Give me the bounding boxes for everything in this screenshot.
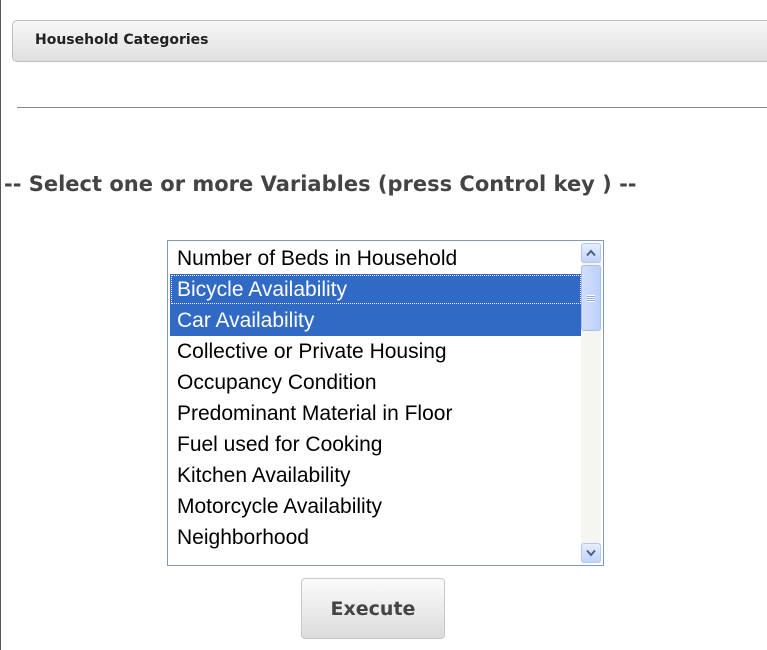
list-item[interactable]: Number of Beds in Household bbox=[170, 243, 582, 274]
list-item[interactable]: Predominant Material in Floor bbox=[170, 398, 582, 429]
instruction-text: -- Select one or more Variables (press C… bbox=[4, 172, 637, 196]
execute-button[interactable]: Execute bbox=[301, 578, 445, 639]
scroll-up-button[interactable] bbox=[581, 243, 601, 263]
scroll-down-button[interactable] bbox=[581, 543, 601, 563]
scroll-down-icon bbox=[586, 549, 596, 557]
list-item[interactable]: Neighborhood bbox=[170, 522, 582, 553]
divider bbox=[17, 107, 767, 108]
list-item[interactable]: Bicycle Availability bbox=[170, 274, 582, 305]
list-item[interactable]: Collective or Private Housing bbox=[170, 336, 582, 367]
panel-title: Household Categories bbox=[35, 32, 209, 48]
listbox-scrollbar[interactable] bbox=[581, 243, 601, 563]
list-item[interactable]: Kitchen Availability bbox=[170, 460, 582, 491]
list-item[interactable]: Fuel used for Cooking bbox=[170, 429, 582, 460]
list-item[interactable]: Occupancy Condition bbox=[170, 367, 582, 398]
variables-listbox[interactable]: Number of Beds in Household Bicycle Avai… bbox=[167, 240, 604, 566]
variables-options: Number of Beds in Household Bicycle Avai… bbox=[170, 243, 582, 553]
page-frame: Household Categories -- Select one or mo… bbox=[0, 0, 767, 650]
list-item[interactable]: Motorcycle Availability bbox=[170, 491, 582, 522]
scroll-up-icon bbox=[586, 249, 596, 257]
grip-icon bbox=[587, 294, 595, 302]
list-item[interactable]: Car Availability bbox=[170, 305, 582, 336]
scroll-thumb[interactable] bbox=[581, 265, 601, 331]
panel-header[interactable]: Household Categories bbox=[12, 20, 767, 62]
